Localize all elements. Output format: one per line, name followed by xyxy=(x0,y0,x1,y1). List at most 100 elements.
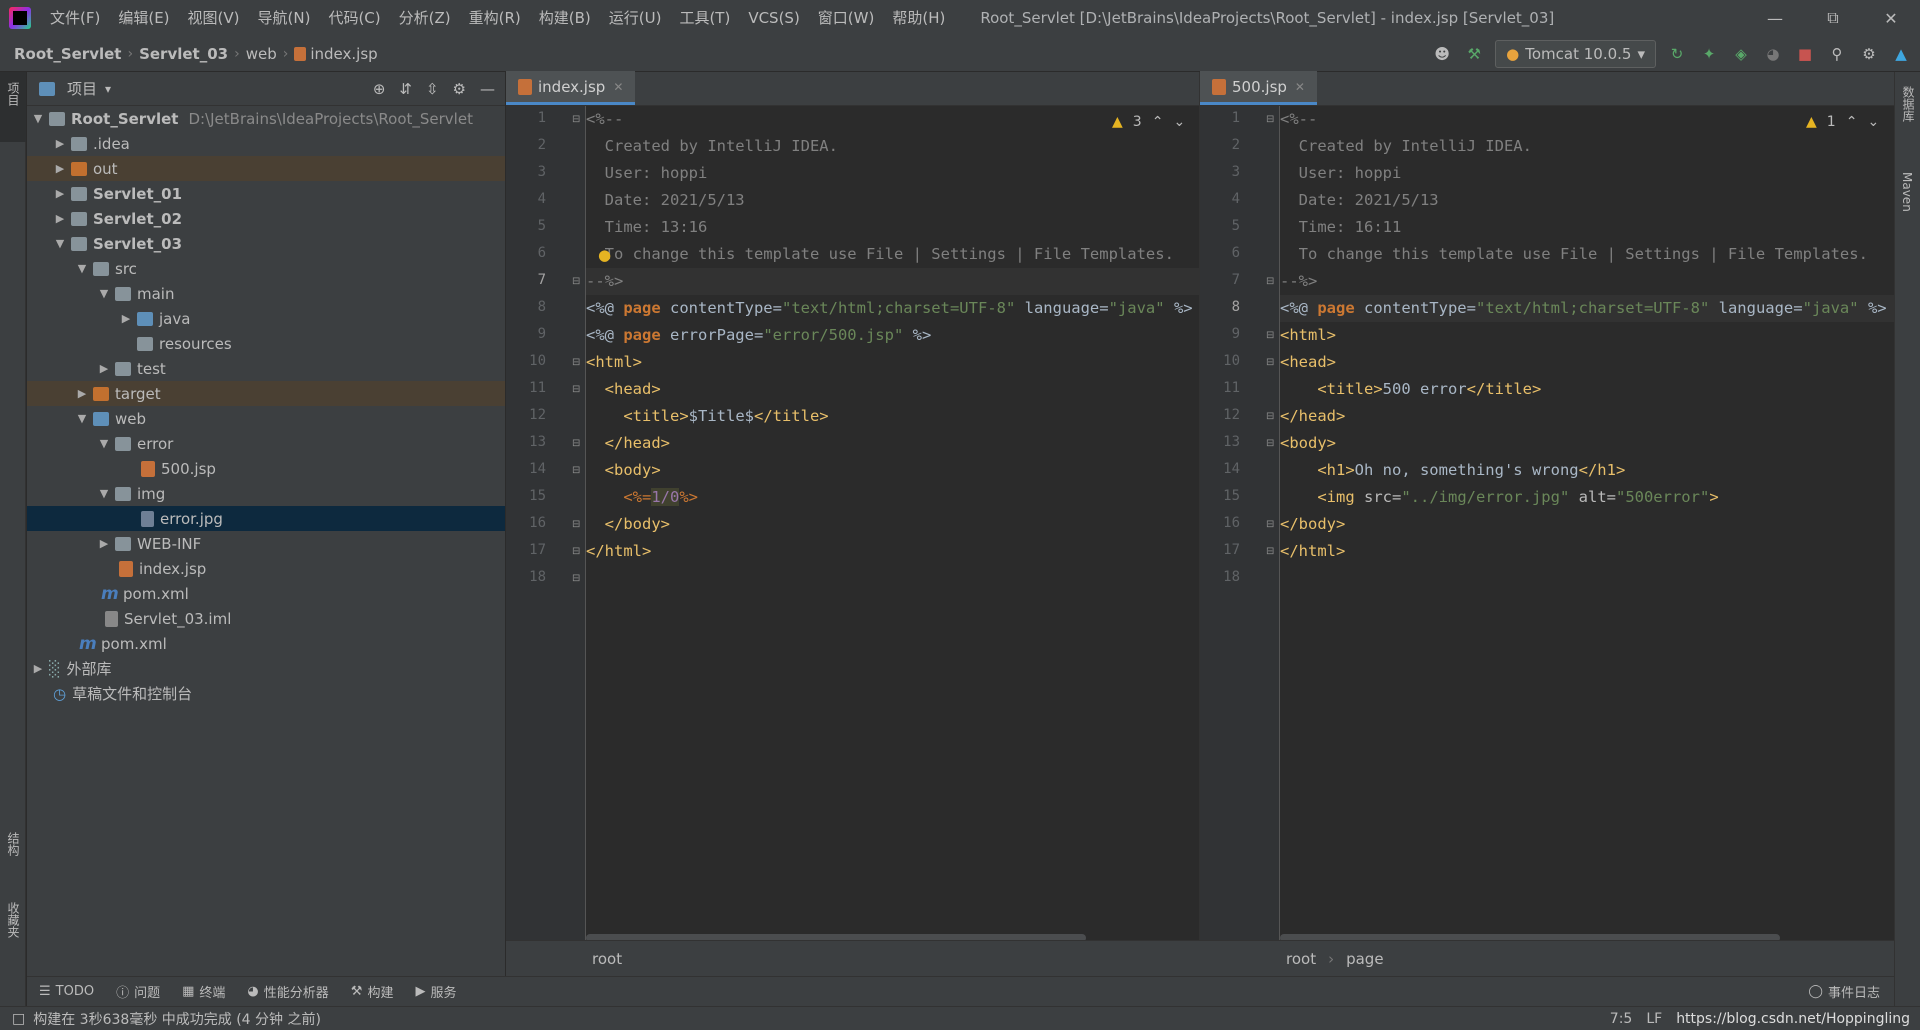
breadcrumb-folder[interactable]: web xyxy=(246,45,277,63)
status-message[interactable]: 构建在 3秒638毫秒 中成功完成 (4 分钟 之前) xyxy=(33,1009,321,1029)
tree-node-out[interactable]: ▶ out xyxy=(27,156,505,181)
chevron-down-icon[interactable]: ▼ xyxy=(31,112,45,125)
tree-node-500-jsp[interactable]: 500.jsp xyxy=(27,456,505,481)
coverage-icon[interactable]: ◈ xyxy=(1730,43,1752,65)
tree-node-web[interactable]: ▼ web xyxy=(27,406,505,431)
locate-file-icon[interactable]: ⊕ xyxy=(373,80,386,98)
build-hammer-icon[interactable]: ⚒ xyxy=(1463,43,1485,65)
menu-navigate[interactable]: 导航(N) xyxy=(249,0,320,36)
tree-node-java[interactable]: ▶ java xyxy=(27,306,505,331)
chevron-right-icon[interactable]: ▶ xyxy=(53,162,67,175)
menu-view[interactable]: 视图(V) xyxy=(179,0,249,36)
menu-edit[interactable]: 编辑(E) xyxy=(109,0,178,36)
build-tool-button[interactable]: ⚒ 构建 xyxy=(351,982,394,1001)
chevron-right-icon[interactable]: ▶ xyxy=(119,312,133,325)
chevron-right-icon[interactable]: ▶ xyxy=(53,187,67,200)
tab-index-jsp[interactable]: index.jsp ✕ xyxy=(506,71,636,105)
favorites-tool-label[interactable]: 收藏夹 xyxy=(5,902,22,938)
chevron-right-icon[interactable]: ▶ xyxy=(97,362,111,375)
menu-run[interactable]: 运行(U) xyxy=(600,0,671,36)
chevron-right-icon[interactable]: ▶ xyxy=(97,537,111,550)
caret-position[interactable]: 7:5 xyxy=(1610,1011,1633,1027)
chevron-down-icon[interactable]: ▾ xyxy=(105,82,111,96)
toggle-tool-windows-icon[interactable]: □ xyxy=(12,1011,25,1027)
tree-node-img[interactable]: ▼ img xyxy=(27,481,505,506)
menu-vcs[interactable]: VCS(S) xyxy=(739,0,808,36)
gear-icon[interactable]: ⚙ xyxy=(453,80,466,98)
user-icon[interactable]: ☻ xyxy=(1431,43,1453,65)
tree-node-external-libraries[interactable]: ▶ ░ 外部库 xyxy=(27,656,505,681)
menu-help[interactable]: 帮助(H) xyxy=(883,0,954,36)
minimize-icon[interactable]: — xyxy=(1746,0,1804,36)
rerun-icon[interactable]: ↻ xyxy=(1666,43,1688,65)
stop-icon[interactable]: ■ xyxy=(1794,43,1816,65)
breadcrumb-root[interactable]: root xyxy=(592,950,622,968)
tree-node-iml[interactable]: Servlet_03.iml xyxy=(27,606,505,631)
chevron-down-icon[interactable]: ▼ xyxy=(97,437,111,450)
tree-node-resources[interactable]: resources xyxy=(27,331,505,356)
line-separator[interactable]: LF xyxy=(1646,1011,1662,1027)
breadcrumb-file[interactable]: index.jsp xyxy=(310,45,377,63)
tree-node-error-jpg[interactable]: error.jpg xyxy=(27,506,505,531)
menu-code[interactable]: 代码(C) xyxy=(319,0,389,36)
tree-node-servlet01[interactable]: ▶ Servlet_01 xyxy=(27,181,505,206)
terminal-tool-button[interactable]: ▦ 终端 xyxy=(182,982,225,1001)
search-icon[interactable]: ⚲ xyxy=(1826,43,1848,65)
chevron-down-icon[interactable]: ▼ xyxy=(75,412,89,425)
restore-icon[interactable]: ⧉ xyxy=(1804,0,1862,36)
services-tool-button[interactable]: ▶ 服务 xyxy=(415,982,456,1001)
profiler-tool-button[interactable]: ◕ 性能分析器 xyxy=(247,982,328,1001)
tree-node-main[interactable]: ▼ main xyxy=(27,281,505,306)
tree-node-pom-servlet03[interactable]: m pom.xml xyxy=(27,581,505,606)
hide-panel-icon[interactable]: — xyxy=(480,80,495,98)
structure-tool-label[interactable]: 结构 xyxy=(5,832,22,856)
menu-window[interactable]: 窗口(W) xyxy=(809,0,884,36)
chevron-down-icon[interactable]: ▼ xyxy=(53,237,67,250)
breadcrumb-root[interactable]: root xyxy=(1286,950,1316,968)
database-tool-label[interactable]: 数据库 xyxy=(1900,86,1917,122)
breadcrumb-project[interactable]: Root_Servlet xyxy=(14,45,121,63)
chevron-down-icon[interactable]: ▼ xyxy=(97,287,111,300)
tree-node-root-servlet[interactable]: ▼ Root_Servlet D:\JetBrains\IdeaProjects\R… xyxy=(27,106,505,131)
lightbulb-icon[interactable]: ● xyxy=(598,246,611,264)
toolbox-icon[interactable]: ▲ xyxy=(1890,43,1912,65)
menu-refactor[interactable]: 重构(R) xyxy=(460,0,530,36)
project-view-selector[interactable]: 项目 xyxy=(67,78,97,99)
tree-node-pom-root[interactable]: m pom.xml xyxy=(27,631,505,656)
run-configuration-selector[interactable]: ● Tomcat 10.0.5 ▾ xyxy=(1495,40,1656,68)
tree-node-web-inf[interactable]: ▶ WEB-INF xyxy=(27,531,505,556)
close-tab-icon[interactable]: ✕ xyxy=(1295,80,1305,94)
todo-tool-button[interactable]: ☰ TODO xyxy=(39,984,94,999)
tree-node-test[interactable]: ▶ test xyxy=(27,356,505,381)
chevron-right-icon[interactable]: ▶ xyxy=(53,212,67,225)
chevron-right-icon[interactable]: ▶ xyxy=(53,137,67,150)
menu-tools[interactable]: 工具(T) xyxy=(670,0,739,36)
tree-node-error[interactable]: ▼ error xyxy=(27,431,505,456)
tree-node-idea[interactable]: ▶ .idea xyxy=(27,131,505,156)
gear-icon[interactable]: ⚙ xyxy=(1858,43,1880,65)
tab-500-jsp[interactable]: 500.jsp ✕ xyxy=(1200,71,1317,105)
tree-node-servlet03[interactable]: ▼ Servlet_03 xyxy=(27,231,505,256)
menu-build[interactable]: 构建(B) xyxy=(530,0,600,36)
event-log-tool-button[interactable]: ◯ 事件日志 xyxy=(1808,982,1880,1001)
menu-file[interactable]: 文件(F) xyxy=(41,0,109,36)
breadcrumb-page[interactable]: page xyxy=(1346,950,1383,968)
menu-analyze[interactable]: 分析(Z) xyxy=(390,0,460,36)
chevron-right-icon[interactable]: ▶ xyxy=(31,662,45,675)
tree-node-target[interactable]: ▶ target xyxy=(27,381,505,406)
code-area[interactable]: <%-- Created by IntelliJ IDEA. User: hop… xyxy=(1200,106,1894,940)
chevron-down-icon[interactable]: ▼ xyxy=(97,487,111,500)
chevron-right-icon[interactable]: ▶ xyxy=(75,387,89,400)
debug-bug-icon[interactable]: ✦ xyxy=(1698,43,1720,65)
problems-tool-button[interactable]: ⓘ 问题 xyxy=(116,982,160,1001)
tree-node-scratches[interactable]: ◷ 草稿文件和控制台 xyxy=(27,681,505,706)
maven-tool-label[interactable]: Maven xyxy=(1900,172,1914,212)
tree-node-servlet02[interactable]: ▶ Servlet_02 xyxy=(27,206,505,231)
expand-all-icon[interactable]: ⇵ xyxy=(399,80,412,98)
tree-node-src[interactable]: ▼ src xyxy=(27,256,505,281)
collapse-all-icon[interactable]: ⇳ xyxy=(426,80,439,98)
intellij-logo-icon[interactable] xyxy=(9,7,31,29)
close-icon[interactable]: ✕ xyxy=(1862,0,1920,36)
close-tab-icon[interactable]: ✕ xyxy=(613,80,623,94)
profiler-icon[interactable]: ◕ xyxy=(1762,43,1784,65)
